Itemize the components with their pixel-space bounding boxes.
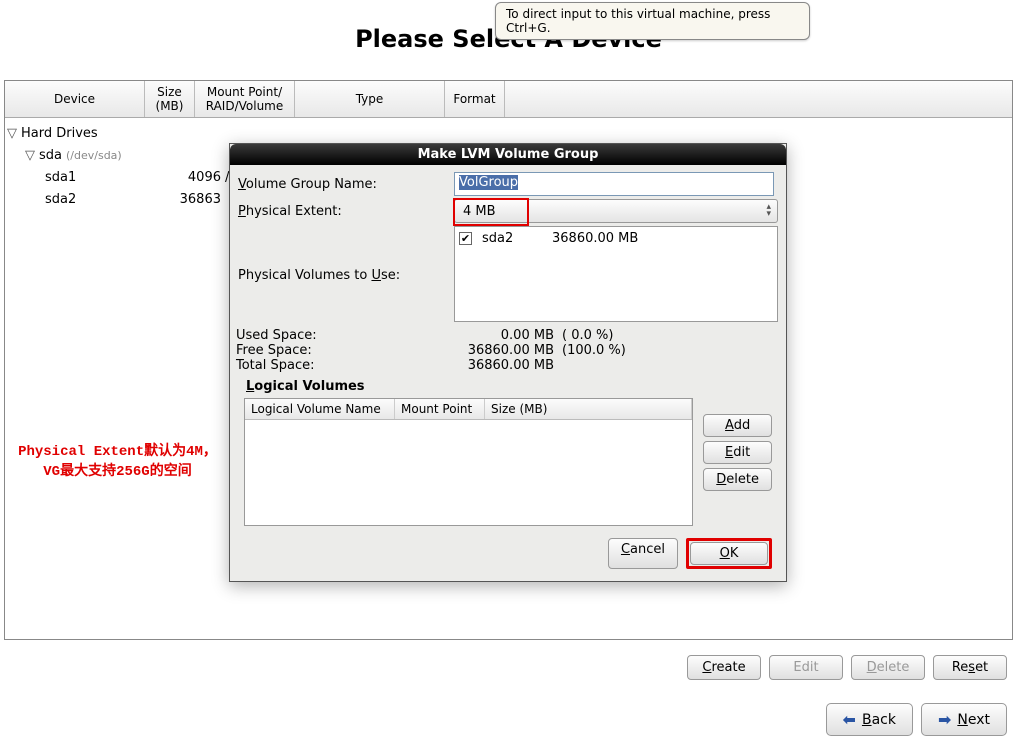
col-mountpoint[interactable]: Mount Point/ RAID/Volume <box>195 81 295 117</box>
ok-button[interactable]: OK <box>690 542 768 565</box>
expand-icon[interactable]: ▽ <box>7 126 19 141</box>
add-button[interactable]: Add <box>703 414 772 437</box>
vg-name-label: Volume Group Name: <box>236 177 454 192</box>
back-button[interactable]: ⬅ Back <box>826 703 913 736</box>
edit-button-main: Edit <box>769 655 843 680</box>
spinner-icon[interactable]: ▴▾ <box>766 204 771 218</box>
logical-volumes-header: Logical Volumes <box>246 379 780 394</box>
physical-extent-combo[interactable]: 4 MB ▴▾ <box>454 199 778 223</box>
tree-hard-drives[interactable]: ▽ Hard Drives <box>5 122 1012 144</box>
pv-row-sda2[interactable]: ✔ sda2 36860.00 MB <box>459 231 773 246</box>
lv-col-name[interactable]: Logical Volume Name <box>245 399 395 419</box>
make-lvm-dialog: Make LVM Volume Group Volume Group Name:… <box>229 143 787 582</box>
dialog-title: Make LVM Volume Group <box>230 144 786 165</box>
lv-table-header: Logical Volume Name Mount Point Size (MB… <box>245 399 692 420</box>
lv-col-mp[interactable]: Mount Point <box>395 399 485 419</box>
arrow-left-icon: ⬅ <box>843 710 856 729</box>
arrow-right-icon: ➡ <box>938 710 951 729</box>
space-stats: Used Space: 0.00 MB ( 0.0 %) Free Space:… <box>236 328 780 373</box>
edit-button[interactable]: Edit <box>703 441 772 464</box>
annotation-text: Physical Extent默认为4M， VG最大支持256G的空间 <box>5 443 230 482</box>
device-table-header: Device Size (MB) Mount Point/ RAID/Volum… <box>5 81 1012 118</box>
col-size[interactable]: Size (MB) <box>145 81 195 117</box>
cancel-button[interactable]: Cancel <box>608 538 678 569</box>
col-format[interactable]: Format <box>445 81 505 117</box>
col-device[interactable]: Device <box>5 81 145 117</box>
device-panel: Device Size (MB) Mount Point/ RAID/Volum… <box>4 80 1013 640</box>
physical-extent-label: Physical Extent: <box>236 204 454 219</box>
pv-list[interactable]: ✔ sda2 36860.00 MB <box>454 226 778 322</box>
pv-to-use-label: Physical Volumes to Use: <box>236 226 454 283</box>
create-button[interactable]: Create <box>687 655 761 680</box>
device-path: (/dev/sda) <box>66 149 122 162</box>
lv-table[interactable]: Logical Volume Name Mount Point Size (MB… <box>244 398 693 526</box>
expand-icon[interactable]: ▽ <box>25 148 37 163</box>
next-button[interactable]: ➡ Next <box>921 703 1007 736</box>
reset-button[interactable]: Reset <box>933 655 1007 680</box>
col-type[interactable]: Type <box>295 81 445 117</box>
vg-name-input[interactable]: VolGroup <box>454 172 774 196</box>
highlight-box: OK <box>686 538 772 569</box>
delete-button-main: Delete <box>851 655 925 680</box>
vm-input-tooltip: To direct input to this virtual machine,… <box>495 2 810 40</box>
lv-col-size[interactable]: Size (MB) <box>485 399 692 419</box>
main-toolbar: Create Edit Delete Reset <box>687 655 1007 680</box>
delete-button[interactable]: Delete <box>703 468 772 491</box>
wizard-nav: ⬅ Back ➡ Next <box>826 703 1007 736</box>
checkbox-icon[interactable]: ✔ <box>459 232 472 245</box>
